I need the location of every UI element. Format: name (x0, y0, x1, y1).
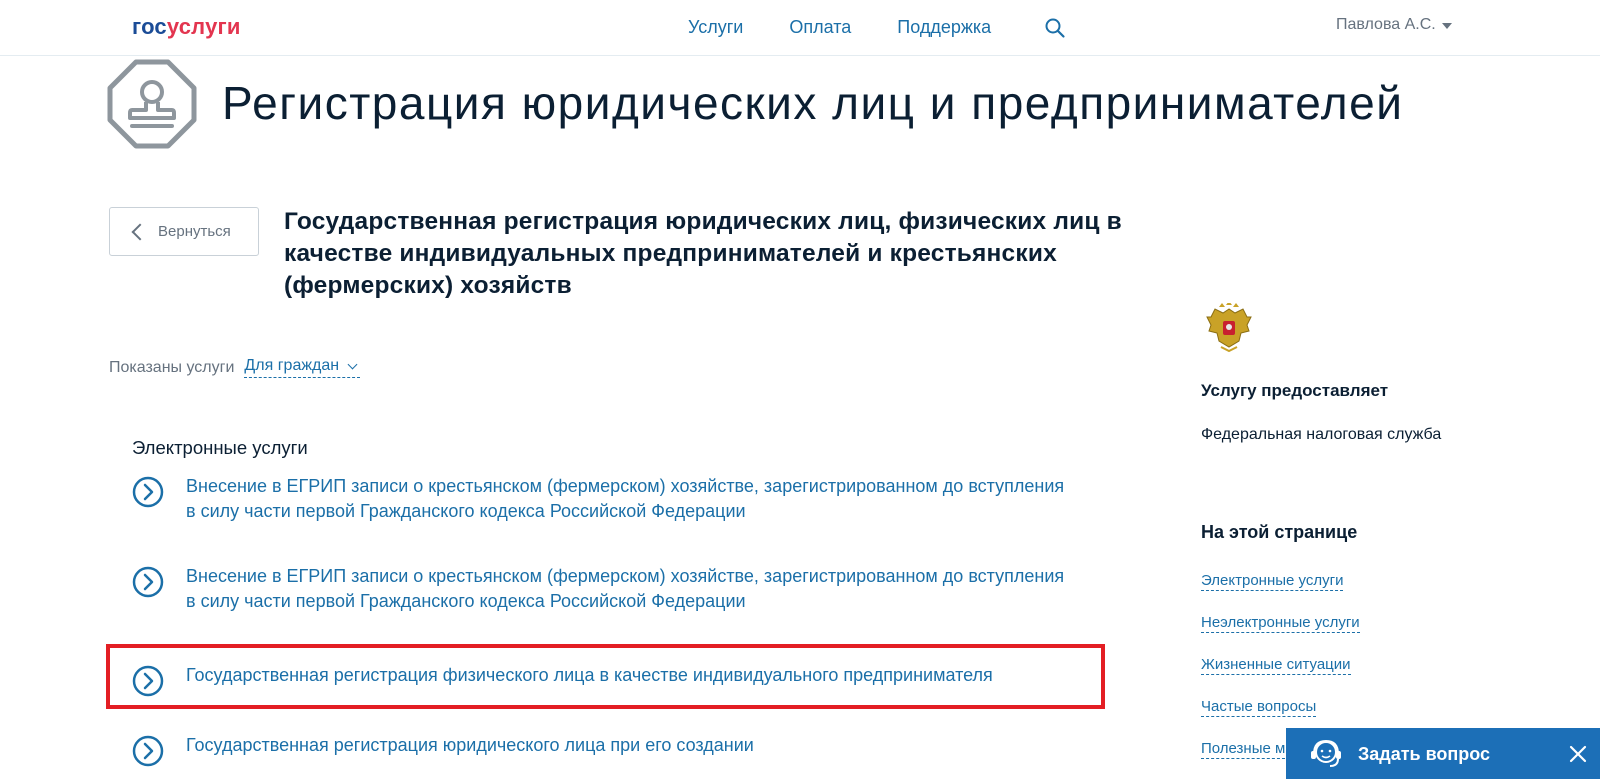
electronic-services-heading: Электронные услуги (132, 437, 308, 458)
nav-support[interactable]: Поддержка (897, 17, 991, 38)
filter-value: Для граждан (244, 357, 340, 374)
provider-heading: Услугу предоставляет (1201, 381, 1389, 400)
nav-services[interactable]: Услуги (688, 17, 743, 38)
onpage-link-faq[interactable]: Частые вопросы (1201, 698, 1317, 717)
filter-label: Показаны услуги (109, 358, 235, 376)
coat-of-arms-icon (1206, 303, 1252, 353)
service-item-label: Внесение в ЕГРИП записи о крестьянском (… (186, 476, 1065, 521)
back-button-label: Вернуться (158, 223, 231, 240)
caret-down-icon (1441, 23, 1452, 29)
chevron-down-icon (347, 359, 358, 369)
ask-question-label: Задать вопрос (1358, 744, 1491, 764)
nav-payment[interactable]: Оплата (789, 17, 851, 38)
onpage-link-electronic[interactable]: Электронные услуги (1201, 572, 1344, 591)
back-button[interactable]: Вернуться (109, 207, 259, 256)
user-name: Павлова А.С. (1336, 16, 1436, 33)
close-icon[interactable] (1568, 744, 1588, 764)
onpage-link-useful[interactable]: Полезные м (1201, 740, 1286, 759)
services-filter: Показаны услуги Для граждан (109, 357, 361, 378)
stamp-category-icon (107, 59, 197, 149)
service-item[interactable]: Внесение в ЕГРИП записи о крестьянском (… (132, 564, 1066, 614)
headset-operator-icon (1311, 739, 1341, 767)
arrow-circle-icon (132, 566, 164, 598)
onpage-heading: На этой странице (1201, 522, 1358, 542)
provider-name: Федеральная налоговая служба (1201, 426, 1442, 443)
service-item[interactable]: Внесение в ЕГРИП записи о крестьянском (… (132, 474, 1066, 524)
main-nav: Услуги Оплата Поддержка (688, 17, 991, 38)
arrow-circle-icon (132, 735, 164, 767)
logo-part-gos: гос (132, 14, 167, 39)
logo-part-uslugi: услуги (166, 14, 241, 39)
onpage-link-nonelectronic[interactable]: Неэлектронные услуги (1201, 614, 1360, 633)
service-item-label: Внесение в ЕГРИП записи о крестьянском (… (186, 566, 1065, 611)
arrow-circle-icon (132, 476, 164, 508)
highlight-box (106, 644, 1105, 709)
page-title: Регистрация юридических лиц и предприним… (222, 77, 1404, 129)
service-title: Государственная регистрация юридических … (284, 208, 1122, 299)
ask-question-widget[interactable]: Задать вопрос (1286, 728, 1600, 779)
user-menu[interactable]: Павлова А.С. (1336, 16, 1452, 34)
filter-audience-dropdown[interactable]: Для граждан (244, 357, 361, 378)
service-item-label: Государственная регистрация юридического… (186, 735, 754, 755)
search-icon[interactable] (1044, 17, 1066, 39)
service-item[interactable]: Государственная регистрация юридического… (132, 733, 1066, 767)
onpage-link-life-situations[interactable]: Жизненные ситуации (1201, 656, 1351, 675)
site-header: госуслуги Услуги Оплата Поддержка Павлов… (0, 0, 1600, 56)
chevron-left-icon (131, 223, 149, 240)
gosuslugi-logo[interactable]: госуслуги (132, 14, 241, 40)
